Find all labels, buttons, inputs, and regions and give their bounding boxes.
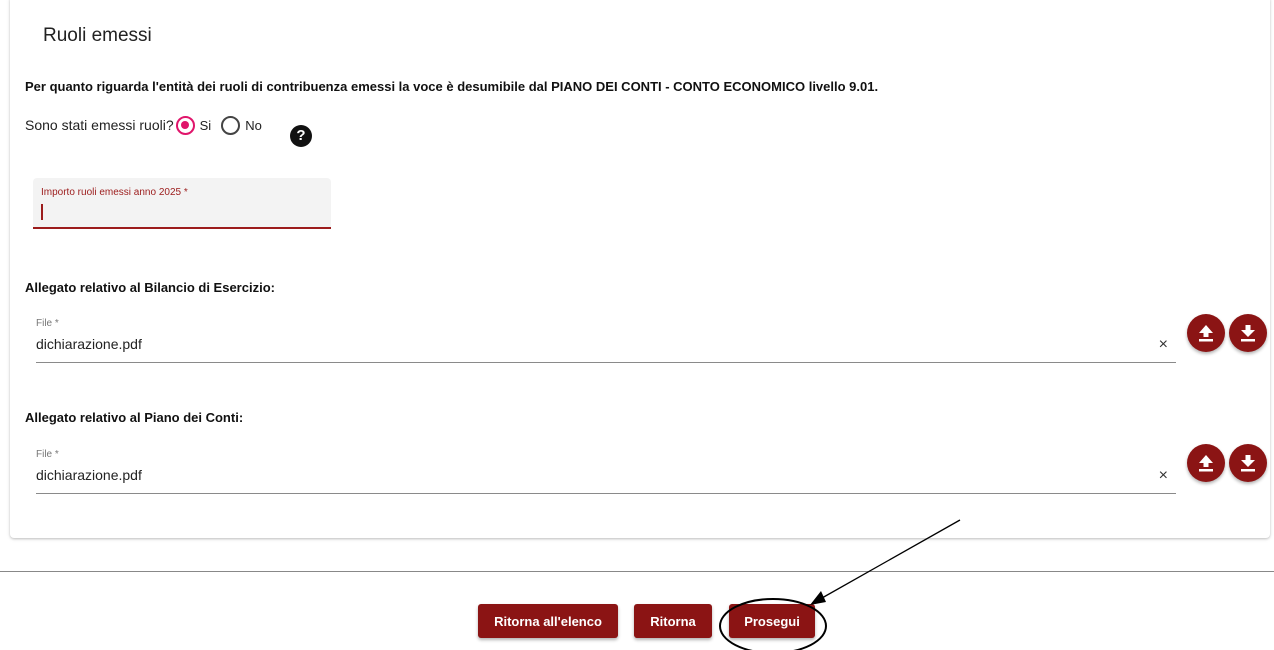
back-to-list-button[interactable]: Ritorna all'elenco [478, 604, 618, 638]
piano-conti-heading: Allegato relativo al Piano dei Conti: [25, 410, 244, 425]
section-description: Per quanto riguarda l'entità dei ruoli d… [25, 79, 879, 94]
download-icon [1241, 455, 1255, 472]
clear-icon[interactable]: × [1159, 467, 1168, 485]
annotation-arrow-head [810, 591, 826, 605]
question-label: Sono stati emessi ruoli? [25, 117, 174, 133]
file-name: dichiarazione.pdf [36, 467, 142, 483]
upload-button[interactable] [1187, 444, 1225, 482]
download-button[interactable] [1229, 444, 1267, 482]
next-button[interactable]: Prosegui [729, 604, 815, 638]
ruoli-question: Sono stati emessi ruoli? Si No [25, 113, 270, 137]
text-caret [41, 204, 43, 220]
piano-conti-file-field[interactable]: File * dichiarazione.pdf × [36, 447, 1176, 494]
radio-no[interactable] [221, 115, 241, 135]
bilancio-heading: Allegato relativo al Bilancio di Eserciz… [25, 280, 275, 295]
back-button[interactable]: Ritorna [634, 604, 712, 638]
file-label: File * [36, 449, 59, 460]
bilancio-file-field[interactable]: File * dichiarazione.pdf × [36, 316, 1176, 363]
footer-divider [0, 571, 1274, 572]
radio-si[interactable] [175, 115, 195, 135]
importo-ruoli-label: Importo ruoli emessi anno 2025 * [41, 187, 188, 198]
importo-ruoli-input[interactable]: Importo ruoli emessi anno 2025 * [33, 178, 331, 229]
file-name: dichiarazione.pdf [36, 336, 142, 352]
download-button[interactable] [1229, 314, 1267, 352]
clear-icon[interactable]: × [1159, 336, 1168, 354]
upload-icon [1199, 325, 1213, 342]
radio-si-label[interactable]: Si [200, 118, 212, 133]
section-title: Ruoli emessi [43, 25, 152, 46]
upload-button[interactable] [1187, 314, 1225, 352]
file-label: File * [36, 318, 59, 329]
upload-icon [1199, 455, 1213, 472]
download-icon [1241, 325, 1255, 342]
radio-no-label[interactable]: No [245, 118, 262, 133]
question-circle-icon[interactable]: ? [290, 125, 312, 147]
